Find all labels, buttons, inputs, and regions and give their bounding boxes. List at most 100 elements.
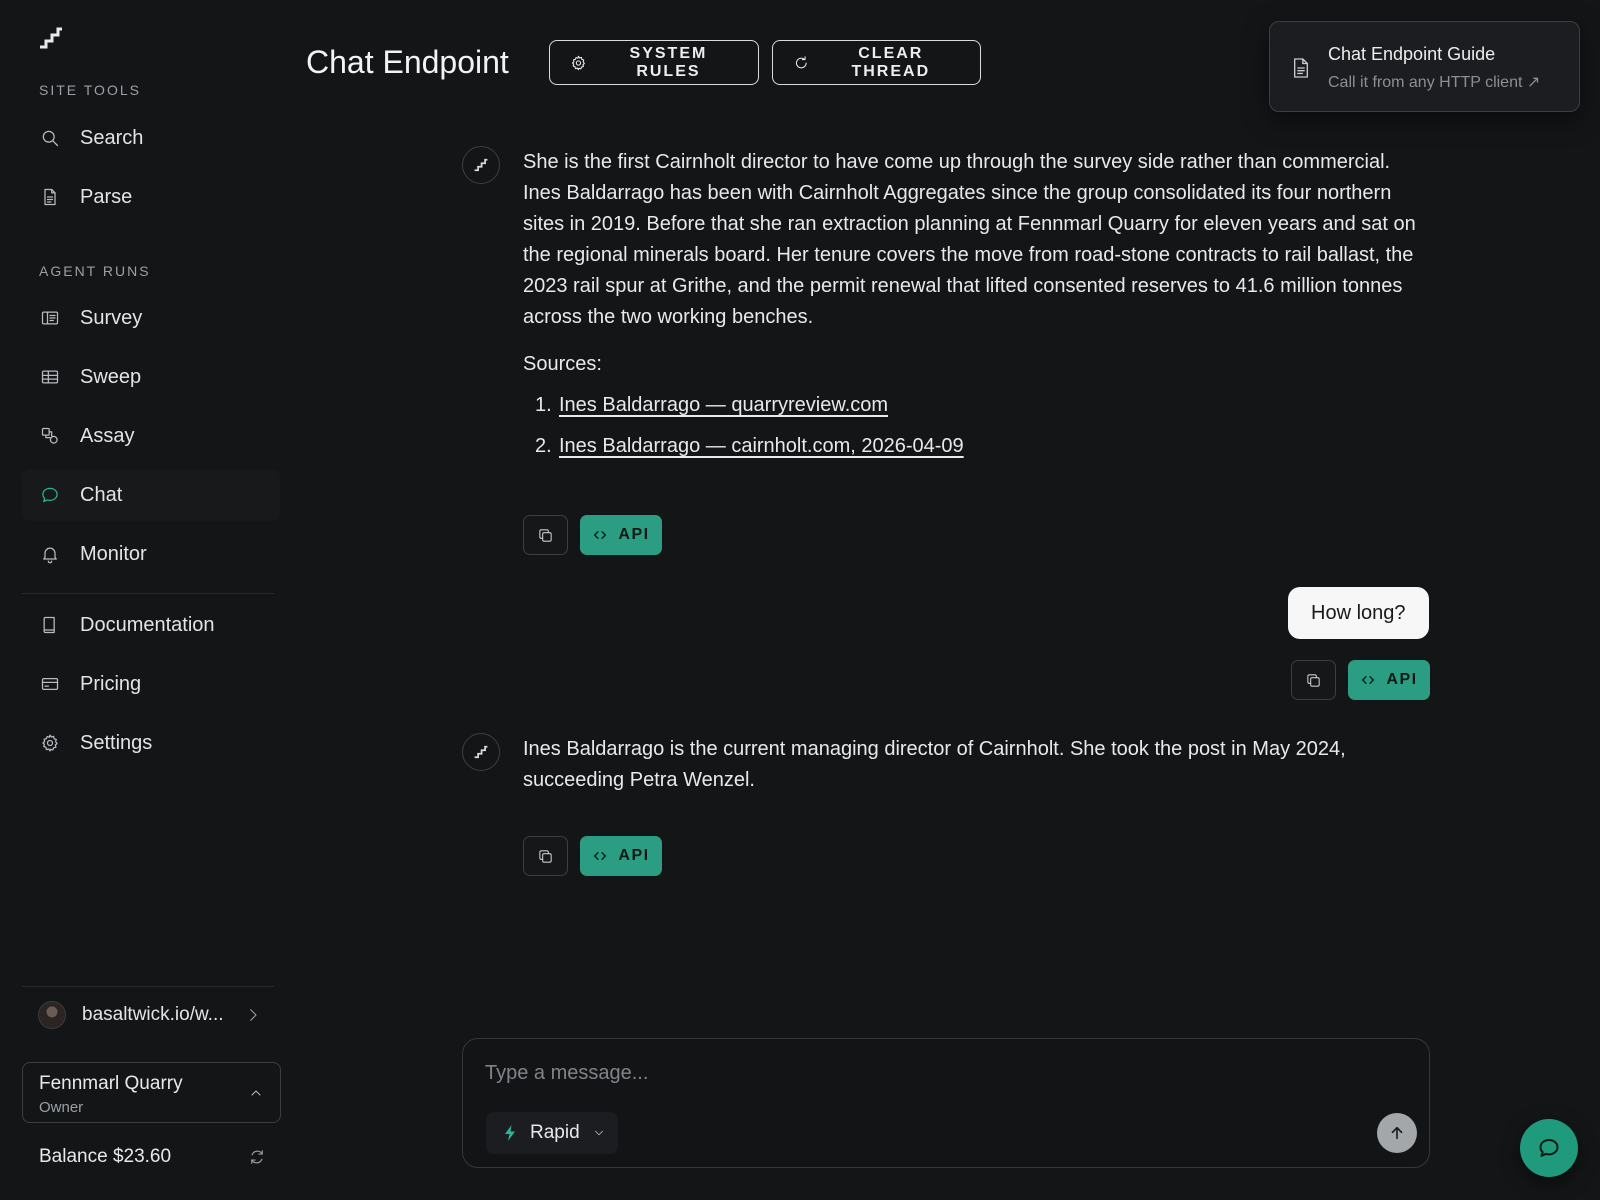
chat-bubble-icon: [42, 487, 58, 503]
message-actions: API: [523, 515, 662, 555]
org-name: Fennmarl Quarry: [39, 1073, 183, 1094]
sidebar-item-label: Chat: [80, 483, 123, 506]
sidebar-item-chat[interactable]: Chat: [22, 469, 280, 521]
sidebar: SITE TOOLS Search Parse AGENT RUNS Surve…: [0, 0, 290, 1200]
sources-label: Sources:: [523, 353, 602, 375]
api-label: API: [1386, 671, 1418, 688]
guide-subtitle: Call it from any HTTP client ↗: [1328, 74, 1541, 91]
clear-thread-button[interactable]: CLEAR THREAD: [772, 40, 981, 85]
agent-runs-label: AGENT RUNS: [39, 263, 151, 279]
api-label: API: [618, 526, 650, 543]
chevron-down-icon: [594, 1130, 603, 1136]
guide-title: Chat Endpoint Guide: [1328, 44, 1496, 64]
sidebar-divider: [22, 593, 274, 594]
stairs-logo-icon[interactable]: [38, 26, 64, 50]
sidebar-item-documentation[interactable]: Documentation: [22, 599, 280, 651]
arrow-up-icon: [1391, 1126, 1403, 1140]
refresh-balance-button[interactable]: [248, 1148, 266, 1166]
table-icon: [41, 370, 59, 384]
clear-thread-label: CLEAR THREAD: [851, 44, 931, 80]
message-composer: Rapid: [462, 1038, 1430, 1168]
chat-endpoint-guide-card[interactable]: Chat Endpoint Guide Call it from any HTT…: [1269, 21, 1580, 112]
chevron-up-icon: [251, 1090, 261, 1096]
copy-icon: [539, 528, 552, 542]
code-icon: [594, 531, 607, 539]
assistant-message: She is the first Cairnholt director to h…: [523, 147, 1433, 472]
message-text: She is the first Cairnholt director to h…: [523, 151, 1416, 328]
sidebar-item-label: Parse: [80, 185, 133, 208]
page-title: Chat Endpoint: [306, 44, 509, 80]
source-number: 1.: [535, 394, 552, 416]
lightning-icon: [505, 1125, 515, 1141]
copy-icon: [1307, 673, 1320, 687]
sidebar-item-monitor[interactable]: Monitor: [22, 528, 280, 580]
refresh-icon: [251, 1150, 263, 1164]
sidebar-item-label: Survey: [80, 306, 143, 329]
credit-card-icon: [41, 677, 59, 691]
shapes-icon: [41, 427, 58, 444]
code-icon: [594, 852, 607, 860]
sidebar-item-label: Documentation: [80, 613, 215, 636]
sidebar-item-label: Monitor: [80, 542, 147, 565]
system-rules-button[interactable]: SYSTEM RULES: [549, 40, 759, 85]
gear-icon: [42, 734, 58, 752]
sidebar-item-label: Pricing: [80, 672, 142, 695]
stairs-logo-icon: [474, 158, 488, 172]
refresh-icon: [795, 55, 807, 68]
copy-button[interactable]: [523, 836, 568, 876]
book-icon: [43, 616, 55, 634]
sidebar-item-parse[interactable]: Parse: [22, 171, 280, 223]
system-rules-label: SYSTEM RULES: [629, 44, 708, 80]
message-input[interactable]: [485, 1057, 1365, 1089]
api-label: API: [618, 847, 650, 864]
code-icon: [1362, 676, 1375, 684]
balance-text: Balance $23.60: [39, 1146, 172, 1167]
chat-bubble-icon: [1539, 1139, 1559, 1157]
panel-icon: [41, 311, 59, 325]
model-label: Rapid: [530, 1122, 580, 1143]
sources-list: 1. Ines Baldarrago — quarryreview.com 2.…: [523, 390, 1433, 462]
search-icon: [42, 130, 59, 147]
assistant-avatar: [462, 146, 500, 184]
assistant-message: Ines Baldarrago is the current managing …: [523, 734, 1433, 812]
send-button[interactable]: [1377, 1113, 1417, 1153]
user-message-text: How long?: [1311, 601, 1406, 624]
sidebar-item-pricing[interactable]: Pricing: [22, 658, 280, 710]
source-link[interactable]: Ines Baldarrago — quarryreview.com: [559, 390, 888, 421]
support-chat-button[interactable]: [1520, 1119, 1578, 1177]
message-actions: API: [523, 836, 662, 876]
sidebar-item-label: Search: [80, 126, 144, 149]
sidebar-item-assay[interactable]: Assay: [22, 410, 280, 462]
sidebar-item-label: Sweep: [80, 365, 142, 388]
list-item: 2. Ines Baldarrago — cairnholt.com, 2026…: [523, 431, 1433, 462]
stairs-logo-icon: [474, 745, 488, 759]
sidebar-item-survey[interactable]: Survey: [22, 292, 280, 344]
bell-icon: [43, 547, 57, 564]
list-item: 1. Ines Baldarrago — quarryreview.com: [523, 390, 1433, 421]
workspace-name: basaltwick.io/w...: [82, 1003, 224, 1025]
user-message: How long?: [1288, 587, 1429, 639]
assistant-avatar: [462, 733, 500, 771]
document-icon: [44, 188, 56, 206]
account-switcher[interactable]: basaltwick.io/w...: [22, 986, 274, 1042]
chevron-right-icon: [250, 1008, 257, 1021]
copy-icon: [539, 849, 552, 863]
gear-icon: [571, 55, 585, 70]
api-button[interactable]: API: [580, 515, 662, 555]
api-button[interactable]: API: [1348, 660, 1430, 700]
sidebar-item-sweep[interactable]: Sweep: [22, 351, 280, 403]
sidebar-item-label: Assay: [80, 424, 135, 447]
copy-button[interactable]: [1291, 660, 1336, 700]
document-icon: [1294, 58, 1308, 78]
model-selector[interactable]: Rapid: [486, 1112, 618, 1154]
sidebar-item-settings[interactable]: Settings: [22, 717, 280, 769]
copy-button[interactable]: [523, 515, 568, 555]
source-number: 2.: [535, 435, 552, 457]
org-role: Owner: [39, 1099, 84, 1116]
api-button[interactable]: API: [580, 836, 662, 876]
sidebar-item-search[interactable]: Search: [22, 112, 280, 164]
org-selector[interactable]: Fennmarl Quarry Owner: [22, 1062, 281, 1123]
source-link[interactable]: Ines Baldarrago — cairnholt.com, 2026-04…: [559, 431, 964, 462]
message-actions: API: [1291, 660, 1430, 700]
message-text: Ines Baldarrago is the current managing …: [523, 738, 1346, 791]
